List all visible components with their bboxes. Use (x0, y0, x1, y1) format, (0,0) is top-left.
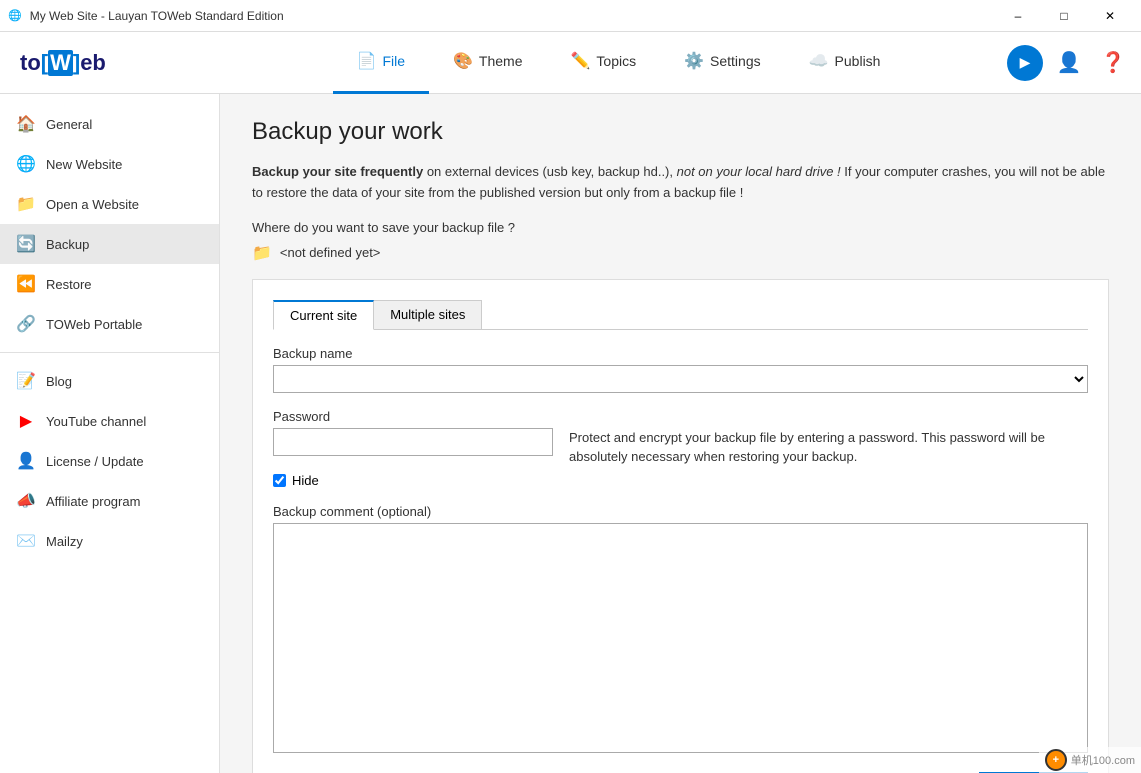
mailzy-icon: ✉️ (16, 531, 36, 551)
sidebar-item-open-website[interactable]: 📁 Open a Website (0, 184, 219, 224)
publish-icon: ☁️ (809, 51, 829, 71)
sidebar-label-youtube-channel: YouTube channel (46, 414, 146, 429)
password-input[interactable] (273, 428, 553, 456)
sidebar-label-toweb-portable: TOWeb Portable (46, 317, 142, 332)
license-icon: 👤 (16, 451, 36, 471)
window-title: My Web Site - Lauyan TOWeb Standard Edit… (30, 9, 284, 23)
password-desc: Protect and encrypt your backup file by … (569, 428, 1088, 467)
sidebar-item-toweb-portable[interactable]: 🔗 TOWeb Portable (0, 304, 219, 344)
sidebar-divider-1 (0, 352, 219, 353)
tab-multiple-sites[interactable]: Multiple sites (373, 300, 482, 329)
backup-icon: 🔄 (16, 234, 36, 254)
tab-current-site[interactable]: Current site (273, 300, 374, 330)
theme-icon: 🎨 (453, 51, 473, 71)
sidebar-label-open-website: Open a Website (46, 197, 139, 212)
play-button[interactable]: ▶ (1007, 45, 1043, 81)
topics-icon: ✏️ (571, 51, 591, 71)
window-controls: – □ ✕ (995, 0, 1133, 32)
sidebar-label-mailzy: Mailzy (46, 534, 83, 549)
sidebar-label-new-website: New Website (46, 157, 122, 172)
help-button[interactable]: ❓ (1095, 45, 1131, 81)
sidebar-item-mailzy[interactable]: ✉️ Mailzy (0, 521, 219, 561)
tab-theme-label: Theme (479, 53, 523, 69)
settings-icon: ⚙️ (684, 51, 704, 71)
sidebar-item-backup[interactable]: 🔄 Backup (0, 224, 219, 264)
password-group: Password Protect and encrypt your backup… (273, 409, 1088, 488)
info-bold: Backup your site frequently (252, 164, 423, 179)
tab-publish-label: Publish (835, 53, 881, 69)
blog-icon: 📝 (16, 371, 36, 391)
tab-file-label: File (382, 53, 405, 69)
sidebar-item-general[interactable]: 🏠 General (0, 104, 219, 144)
comment-textarea[interactable] (273, 523, 1088, 753)
hide-row: Hide (273, 473, 1088, 488)
restore-icon: ⏪ (16, 274, 36, 294)
sidebar-item-restore[interactable]: ⏪ Restore (0, 264, 219, 304)
nav-right: ▶ 👤 ❓ (1007, 45, 1131, 81)
sidebar-label-restore: Restore (46, 277, 92, 292)
backup-name-select[interactable] (273, 365, 1088, 393)
backup-panel: Current site Multiple sites Backup name … (252, 279, 1109, 773)
folder-open-icon: 📁 (16, 194, 36, 214)
folder-path: <not defined yet> (280, 245, 380, 260)
sidebar: 🏠 General 🌐 New Website 📁 Open a Website… (0, 94, 220, 773)
tab-topics[interactable]: ✏️ Topics (547, 32, 661, 94)
hide-checkbox[interactable] (273, 474, 286, 487)
youtube-icon: ▶ (16, 411, 36, 431)
sidebar-item-new-website[interactable]: 🌐 New Website (0, 144, 219, 184)
tab-settings-label: Settings (710, 53, 761, 69)
tab-file[interactable]: 📄 File (333, 32, 429, 94)
affiliate-icon: 📣 (16, 491, 36, 511)
sidebar-label-affiliate-program: Affiliate program (46, 494, 140, 509)
sidebar-item-youtube-channel[interactable]: ▶ YouTube channel (0, 401, 219, 441)
info-italic: not on your local hard drive ! (677, 164, 841, 179)
sidebar-label-license-update: License / Update (46, 454, 144, 469)
logo-area: to[W]eb (10, 50, 230, 76)
tab-publish[interactable]: ☁️ Publish (785, 32, 905, 94)
file-icon: 📄 (357, 51, 377, 71)
sidebar-label-blog: Blog (46, 374, 72, 389)
nav-tabs: 📄 File 🎨 Theme ✏️ Topics ⚙️ Settings ☁️ … (230, 32, 1007, 94)
globe-icon: 🌐 (16, 154, 36, 174)
page-title: Backup your work (252, 118, 1109, 146)
folder-icon: 📁 (252, 243, 272, 263)
maximize-button[interactable]: □ (1041, 0, 1087, 32)
backup-name-label: Backup name (273, 346, 1088, 361)
titlebar: 🌐 My Web Site - Lauyan TOWeb Standard Ed… (0, 0, 1141, 32)
tab-theme[interactable]: 🎨 Theme (429, 32, 547, 94)
portable-icon: 🔗 (16, 314, 36, 334)
password-row: Protect and encrypt your backup file by … (273, 428, 1088, 467)
home-icon: 🏠 (16, 114, 36, 134)
folder-row: 📁 <not defined yet> (252, 243, 1109, 263)
info-box: Backup your site frequently on external … (252, 162, 1109, 204)
main-layout: 🏠 General 🌐 New Website 📁 Open a Website… (0, 94, 1141, 773)
minimize-button[interactable]: – (995, 0, 1041, 32)
tab-topics-label: Topics (596, 53, 636, 69)
backup-name-group: Backup name (273, 346, 1088, 393)
watermark-text: 单机100.com (1071, 752, 1135, 768)
hide-label[interactable]: Hide (292, 473, 319, 488)
app-icon: 🌐 (8, 9, 22, 22)
sidebar-label-general: General (46, 117, 92, 132)
comment-group: Backup comment (optional) (273, 504, 1088, 756)
backup-tabs: Current site Multiple sites (273, 300, 1088, 330)
watermark: + 单机100.com (1039, 747, 1141, 773)
comment-label: Backup comment (optional) (273, 504, 1088, 519)
watermark-icon: + (1045, 749, 1067, 771)
sidebar-label-backup: Backup (46, 237, 89, 252)
password-label: Password (273, 409, 1088, 424)
account-button[interactable]: 👤 (1051, 45, 1087, 81)
sidebar-item-blog[interactable]: 📝 Blog (0, 361, 219, 401)
app-logo: to[W]eb (20, 50, 106, 76)
content-area: Backup your work Backup your site freque… (220, 94, 1141, 773)
sidebar-item-license-update[interactable]: 👤 License / Update (0, 441, 219, 481)
info-rest: on external devices (usb key, backup hd.… (423, 164, 676, 179)
tab-settings[interactable]: ⚙️ Settings (660, 32, 785, 94)
where-label: Where do you want to save your backup fi… (252, 220, 1109, 235)
top-navbar: to[W]eb 📄 File 🎨 Theme ✏️ Topics ⚙️ Sett… (0, 32, 1141, 94)
close-button[interactable]: ✕ (1087, 0, 1133, 32)
sidebar-item-affiliate-program[interactable]: 📣 Affiliate program (0, 481, 219, 521)
titlebar-left: 🌐 My Web Site - Lauyan TOWeb Standard Ed… (8, 9, 284, 23)
